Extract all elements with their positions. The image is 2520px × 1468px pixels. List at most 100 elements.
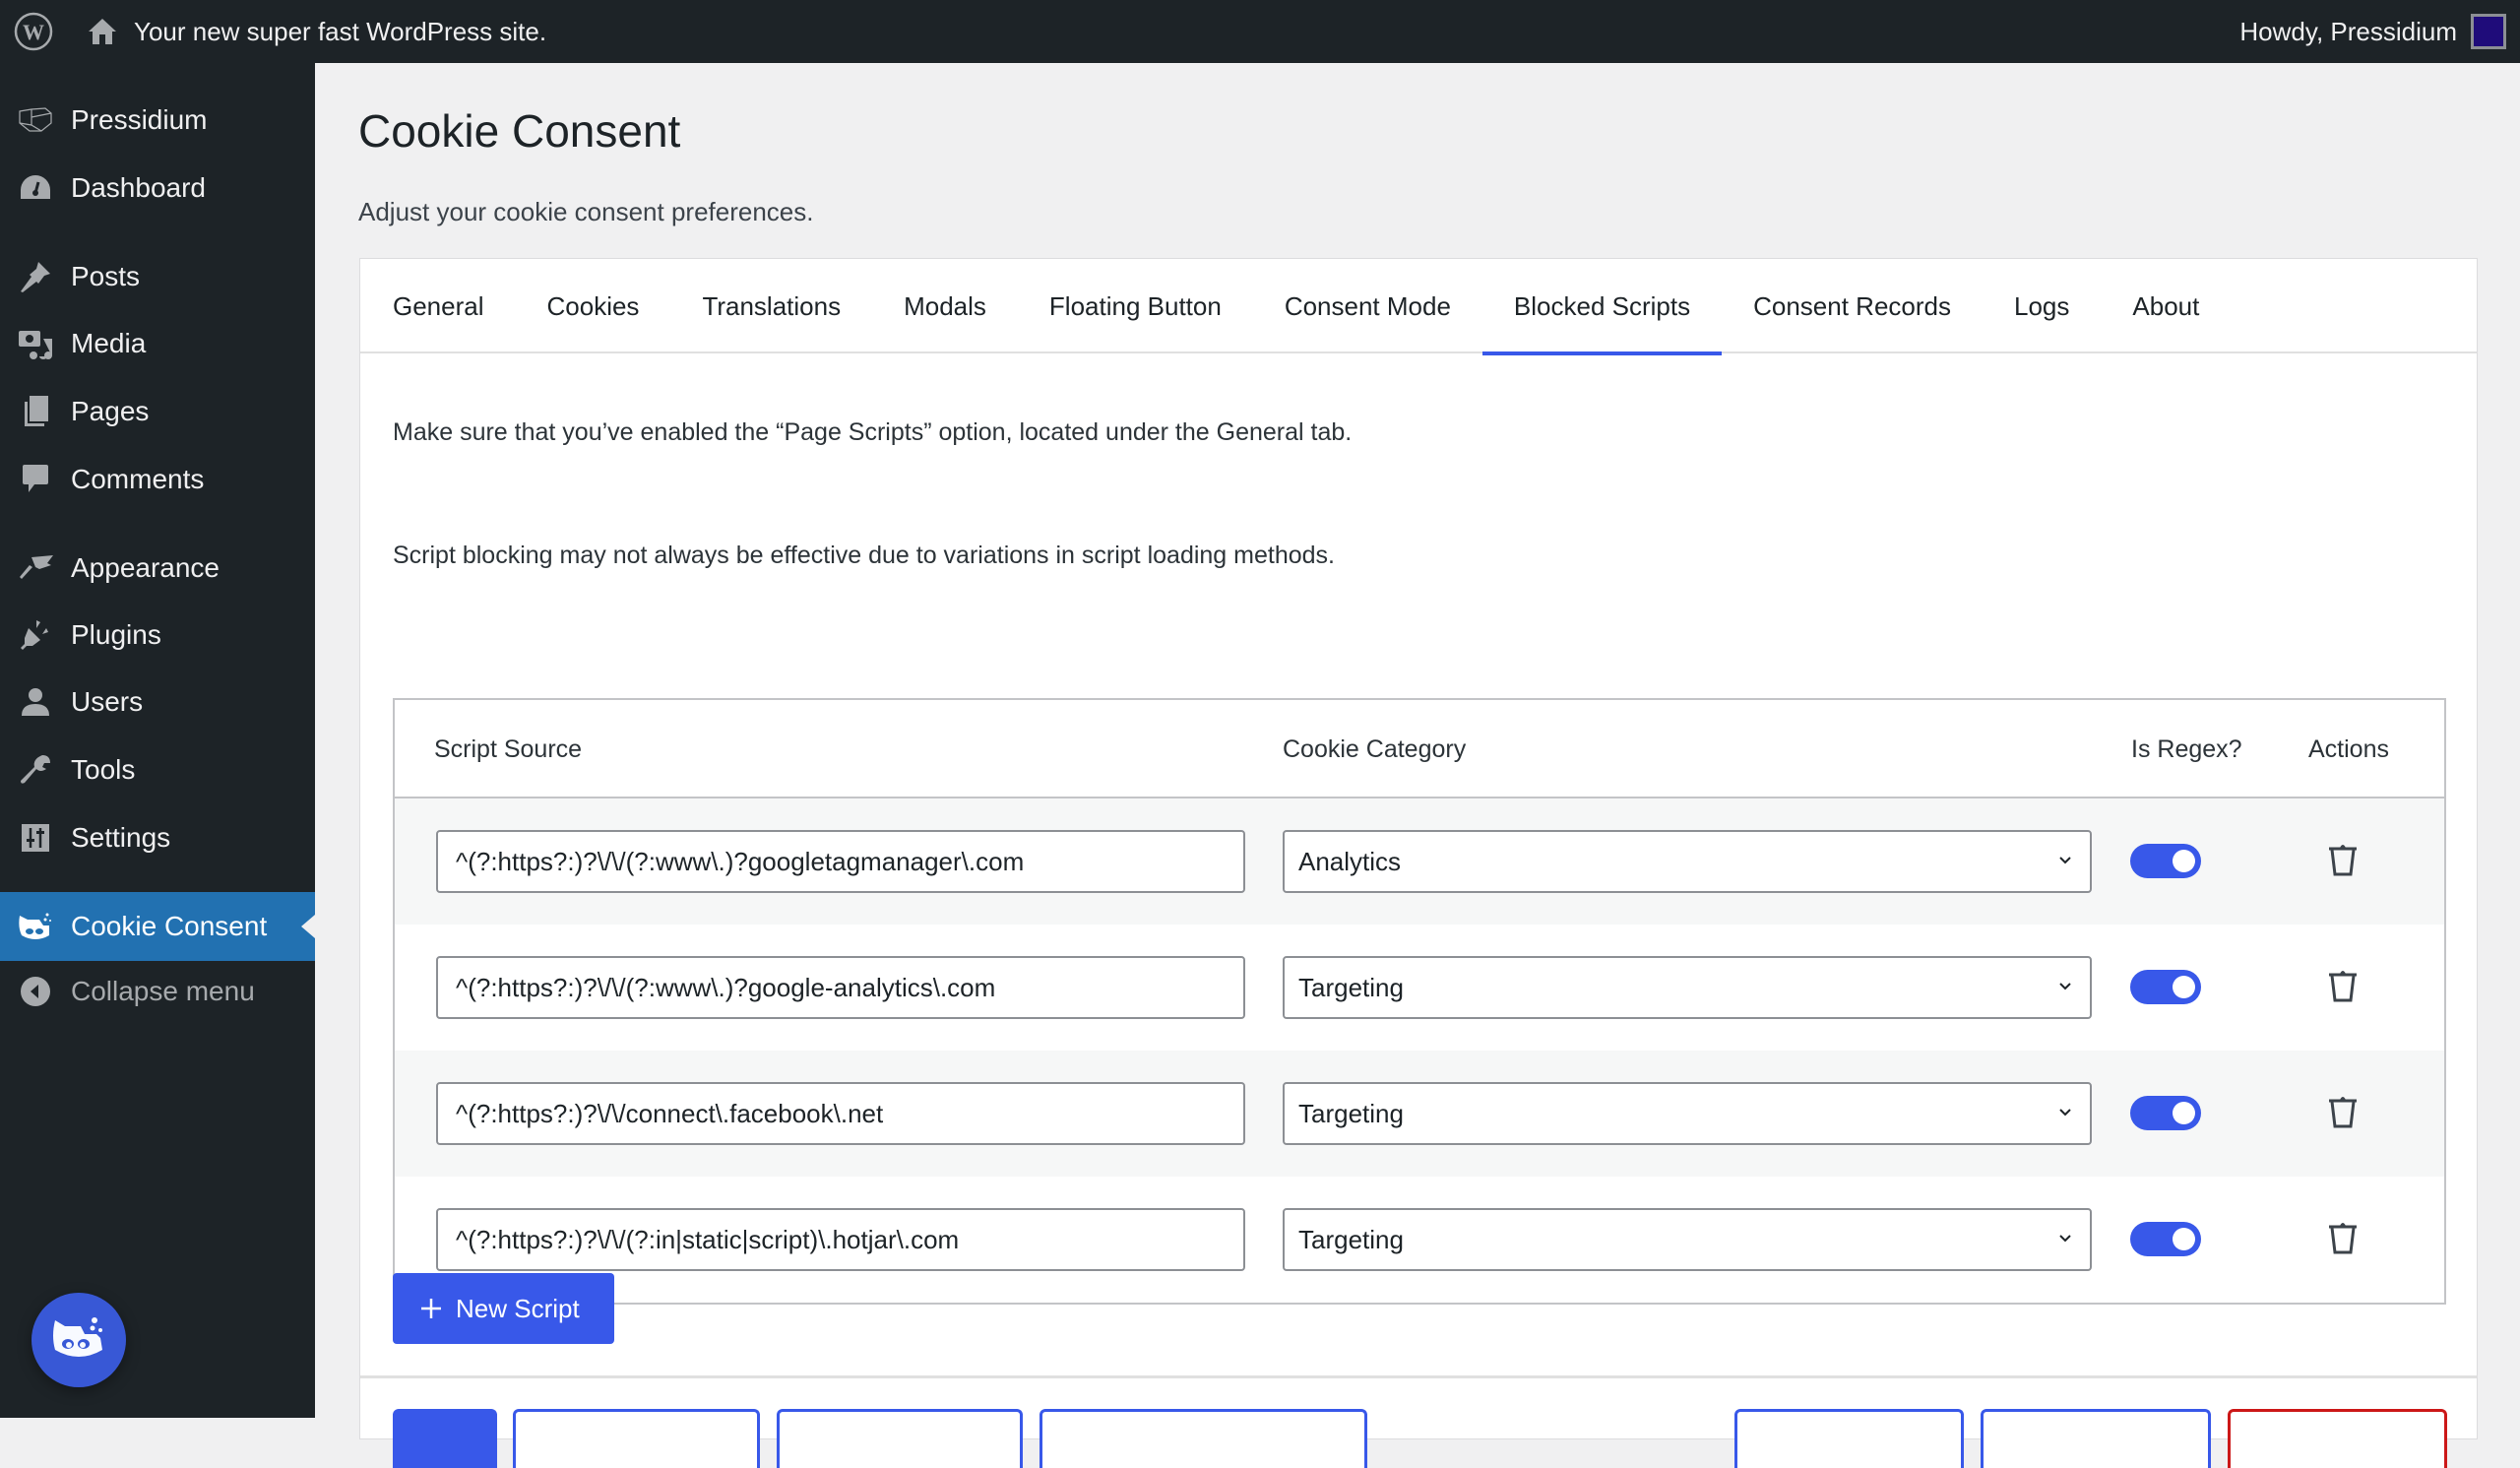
active-indicator — [301, 915, 315, 938]
is-regex-toggle[interactable] — [2130, 970, 2201, 1004]
cookie-category-select[interactable]: Targeting — [1283, 956, 2092, 1019]
home-icon[interactable] — [87, 16, 118, 47]
sidebar-item-label: Pressidium — [71, 104, 208, 135]
collapse-menu-button[interactable]: Collapse menu — [0, 962, 315, 1021]
tab-consent-records[interactable]: Consent Records — [1722, 259, 1983, 353]
table-row: Analytics — [395, 798, 2444, 925]
sidebar-item-pressidium[interactable]: Pressidium — [0, 91, 315, 150]
selected-category: Targeting — [1298, 1099, 1404, 1128]
sidebar-item-label: Users — [71, 686, 144, 717]
page-subtitle: Adjust your cookie consent preferences. — [358, 197, 814, 226]
column-header-is-regex: Is Regex? — [2131, 735, 2242, 763]
settings-panel: General Cookies Translations Modals Floa… — [359, 258, 2478, 1468]
toggle-knob — [2173, 850, 2195, 872]
user-greeting[interactable]: Howdy, Pressidium — [2239, 16, 2457, 47]
table-row: Targeting — [395, 925, 2444, 1051]
trash-icon[interactable] — [2326, 1220, 2360, 1255]
settings-icon — [18, 820, 53, 856]
wordpress-logo-icon[interactable]: W — [14, 12, 53, 51]
chevron-down-icon — [2059, 1235, 2071, 1243]
sidebar-item-label: Media — [71, 328, 147, 358]
tab-bar: General Cookies Translations Modals Floa… — [360, 259, 2477, 355]
footer-danger-button[interactable] — [2228, 1409, 2447, 1468]
tab-blocked-scripts[interactable]: Blocked Scripts — [1481, 259, 1723, 355]
sidebar-item-settings[interactable]: Settings — [0, 808, 315, 867]
sidebar-item-label: Settings — [71, 822, 171, 853]
cookie-consent-icon — [53, 1317, 102, 1357]
footer-button-4[interactable] — [1040, 1409, 1367, 1468]
sidebar-item-plugins[interactable]: Plugins — [0, 606, 315, 665]
section-divider — [360, 1375, 2477, 1378]
column-header-script-source: Script Source — [434, 735, 583, 763]
script-source-input[interactable] — [436, 830, 1245, 893]
sidebar-item-label: Appearance — [71, 552, 220, 583]
page-title: Cookie Consent — [358, 105, 681, 157]
tab-floating-button[interactable]: Floating Button — [1018, 259, 1253, 353]
is-regex-toggle[interactable] — [2130, 1096, 2201, 1130]
page-scripts-note: Make sure that you’ve enabled the “Page … — [393, 418, 1353, 446]
script-source-input[interactable] — [436, 956, 1245, 1019]
sidebar-item-label: Posts — [71, 261, 141, 291]
sidebar-item-label: Tools — [71, 754, 136, 785]
footer-button-2[interactable] — [513, 1409, 760, 1468]
sidebar-item-users[interactable]: Users — [0, 672, 315, 732]
tab-cookies[interactable]: Cookies — [516, 259, 671, 353]
trash-icon[interactable] — [2326, 1094, 2360, 1129]
tab-general[interactable]: General — [393, 259, 516, 353]
is-regex-toggle[interactable] — [2130, 844, 2201, 878]
footer-button-1[interactable] — [393, 1409, 497, 1468]
column-header-cookie-category: Cookie Category — [1283, 735, 1467, 763]
footer-button-6[interactable] — [1981, 1409, 2211, 1468]
cookie-consent-floating-button[interactable] — [32, 1293, 126, 1387]
footer-button-3[interactable] — [777, 1409, 1023, 1468]
cookie-category-select[interactable]: Targeting — [1283, 1208, 2092, 1271]
selected-category: Targeting — [1298, 973, 1404, 1002]
sidebar-item-appearance[interactable]: Appearance — [0, 539, 315, 598]
sidebar-item-label: Plugins — [71, 619, 161, 650]
sidebar-item-label: Cookie Consent — [71, 911, 268, 941]
table-row: Targeting — [395, 1051, 2444, 1177]
is-regex-toggle[interactable] — [2130, 1222, 2201, 1256]
tab-consent-mode[interactable]: Consent Mode — [1253, 259, 1482, 353]
toggle-knob — [2173, 976, 2195, 998]
sidebar-item-tools[interactable]: Tools — [0, 740, 315, 799]
selected-category: Targeting — [1298, 1225, 1404, 1254]
chevron-down-icon — [2059, 983, 2071, 990]
tab-modals[interactable]: Modals — [872, 259, 1018, 353]
chevron-down-icon — [2059, 1109, 2071, 1117]
sidebar-item-posts[interactable]: Posts — [0, 247, 315, 306]
plugin-icon — [18, 617, 53, 653]
trash-icon[interactable] — [2326, 842, 2360, 877]
user-avatar-icon[interactable] — [2471, 14, 2506, 49]
sidebar-item-dashboard[interactable]: Dashboard — [0, 159, 315, 218]
sidebar-item-pages[interactable]: Pages — [0, 382, 315, 441]
tab-about[interactable]: About — [2101, 259, 2231, 353]
table-row: Targeting — [395, 1177, 2444, 1303]
new-script-label: New Script — [456, 1293, 580, 1323]
footer-button-5[interactable] — [1734, 1409, 1964, 1468]
table-header: Script Source Cookie Category Is Regex? … — [395, 700, 2444, 798]
sidebar-item-media[interactable]: Media — [0, 314, 315, 373]
sidebar-item-cookie-consent[interactable]: Cookie Consent — [0, 892, 315, 961]
trash-icon[interactable] — [2326, 968, 2360, 1003]
new-script-button[interactable]: New Script — [393, 1273, 614, 1344]
script-blocking-warning: Script blocking may not always be effect… — [393, 542, 1335, 569]
sidebar-item-label: Pages — [71, 396, 150, 426]
sidebar-item-label: Dashboard — [71, 172, 206, 203]
pages-icon — [18, 394, 53, 429]
site-name-link[interactable]: Your new super fast WordPress site. — [134, 16, 546, 47]
comment-icon — [18, 462, 53, 497]
cookie-category-select[interactable]: Analytics — [1283, 830, 2092, 893]
cookie-category-select[interactable]: Targeting — [1283, 1082, 2092, 1145]
media-icon — [18, 326, 53, 361]
tab-logs[interactable]: Logs — [1983, 259, 2101, 353]
cookie-consent-icon — [18, 909, 53, 944]
selected-category: Analytics — [1298, 847, 1402, 876]
admin-sidebar: Pressidium Dashboard Posts Media Pages C… — [0, 63, 315, 1418]
sidebar-item-comments[interactable]: Comments — [0, 450, 315, 509]
script-source-input[interactable] — [436, 1082, 1245, 1145]
blocked-scripts-table: Script Source Cookie Category Is Regex? … — [393, 698, 2446, 1305]
tab-translations[interactable]: Translations — [670, 259, 872, 353]
paintbrush-icon — [18, 550, 53, 586]
script-source-input[interactable] — [436, 1208, 1245, 1271]
